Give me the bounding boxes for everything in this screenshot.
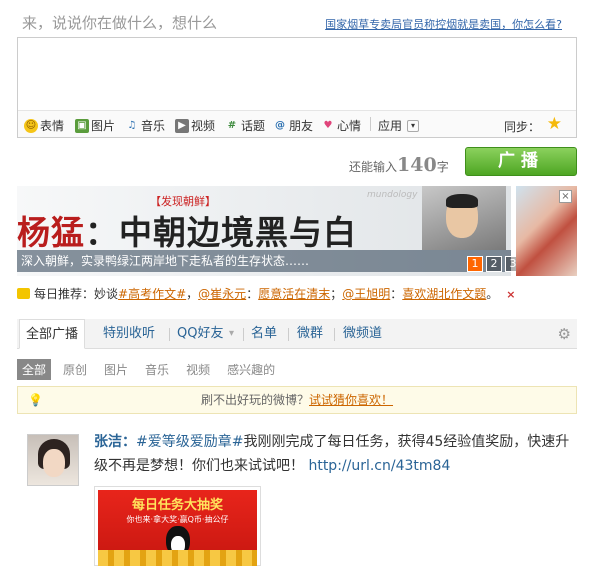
avatar[interactable]: [27, 434, 79, 486]
post-image[interactable]: 每日任务大抽奖 你也来·拿大奖·赢Q币·抽公仔: [94, 486, 261, 566]
post-image-subtitle: 你也来·拿大奖·赢Q币·抽公仔: [126, 515, 229, 524]
filter-video[interactable]: 视频: [181, 359, 215, 380]
hot-topic-link[interactable]: 国家烟草专卖局官员称控烟就是卖国，你怎么看?: [325, 16, 562, 32]
lightbulb-icon: 💡: [28, 393, 43, 407]
char-count: 140: [397, 154, 437, 176]
banner-side-image[interactable]: ×: [516, 186, 577, 276]
banner-subtitle: 深入朝鲜，实录鸭绿江两岸地下走私者的生存状态……: [17, 250, 511, 272]
coins-decoration: [98, 550, 257, 566]
tool-topic[interactable]: # 话题: [225, 117, 265, 134]
tab-groups[interactable]: 微群: [297, 319, 323, 349]
banner-page-1[interactable]: 1: [467, 256, 483, 272]
recommend-notice: 💡 刷不出好玩的微博？试试猜你喜欢！: [17, 386, 577, 414]
promo-banner: 【发现朝鲜】 mundology 杨猛：中朝边境黑与白 深入朝鲜，实录鸭绿江两岸…: [17, 186, 577, 276]
chevron-down-icon: ▾: [407, 119, 420, 132]
music-note-icon: ♫: [127, 119, 137, 131]
recommend-link-3[interactable]: 愿意活在清末: [258, 287, 330, 301]
tool-friend[interactable]: @ 朋友: [273, 117, 313, 134]
recommend-link-2[interactable]: @崔永元: [198, 287, 246, 301]
star-icon[interactable]: ★: [547, 114, 562, 134]
smiley-icon: ☺: [24, 118, 38, 133]
banner-title: 杨猛：中朝边境黑与白: [17, 206, 357, 254]
banner-logo: mundology: [367, 190, 418, 200]
recommend-link-5[interactable]: 喜欢湖北作文题: [402, 287, 486, 301]
at-icon: @: [275, 119, 285, 131]
banner-main[interactable]: 【发现朝鲜】 mundology 杨猛：中朝边境黑与白 深入朝鲜，实录鸭绿江两岸…: [17, 186, 559, 276]
heart-icon: ♥: [323, 119, 333, 131]
banner-page-2[interactable]: 2: [486, 256, 502, 272]
tab-list[interactable]: 名单: [251, 319, 277, 349]
broadcast-button[interactable]: 广播: [465, 147, 577, 176]
tab-channels[interactable]: 微频道: [343, 319, 382, 349]
filter-original[interactable]: 原创: [58, 359, 92, 380]
post-textarea[interactable]: [18, 38, 576, 109]
banner-title-name: 杨猛: [17, 213, 85, 252]
post-topic[interactable]: #爱等级爱励章#: [136, 434, 243, 450]
recommend-link-1[interactable]: #高考作文#: [118, 287, 186, 301]
post-content: 张洁：#爱等级爱励章#我刚刚完成了每日任务，获得45经验值奖励，快速升级不再是梦…: [94, 434, 570, 474]
recommend-link-4[interactable]: @王旭明: [342, 287, 390, 301]
daily-recommend: 每日推荐：妙谈#高考作文#，@崔永元：愿意活在清末；@王旭明：喜欢湖北作文题。 ×: [17, 285, 516, 302]
banner-photo: [422, 186, 506, 250]
close-icon[interactable]: ×: [559, 190, 572, 203]
tool-music[interactable]: ♫ 音乐: [125, 117, 166, 134]
post-author[interactable]: 张洁: [94, 434, 122, 450]
char-counter: 还能输入140字: [349, 154, 449, 176]
tool-mood[interactable]: ♥ 心情: [321, 117, 362, 134]
sync-label: 同步：: [503, 120, 540, 134]
tool-video[interactable]: ▶ 视频: [175, 117, 215, 134]
composer-toolbar: ☺ 表情 ▣ 图片 ♫ 音乐 ▶ 视频 # 话题 @ 朋友 ♥ 心情 应用 ▾ 同步： ★: [18, 110, 576, 137]
toolbar-divider: [370, 117, 371, 131]
post-image-title: 每日任务大抽奖: [131, 498, 223, 513]
video-icon: ▶: [175, 118, 189, 133]
speaker-icon: [17, 288, 30, 299]
post-url[interactable]: http://url.cn/43tm84: [308, 458, 450, 474]
tool-emoji[interactable]: ☺ 表情: [24, 117, 64, 134]
gear-icon[interactable]: ⚙: [558, 325, 571, 343]
chevron-down-icon[interactable]: ▾: [229, 319, 234, 349]
close-icon[interactable]: ×: [506, 288, 515, 301]
filter-images[interactable]: 图片: [99, 359, 133, 380]
tool-image[interactable]: ▣ 图片: [75, 117, 115, 134]
tab-all-broadcasts[interactable]: 全部广播: [19, 319, 86, 349]
topic-icon: #: [227, 119, 237, 131]
image-icon: ▣: [75, 118, 89, 133]
timeline-tabs: 全部广播 特别收听 QQ好友 ▾ 名单 微群 微频道 ⚙: [17, 319, 577, 349]
filter-interests[interactable]: 感兴趣的: [222, 359, 280, 380]
filter-music[interactable]: 音乐: [140, 359, 174, 380]
composer-box: ☺ 表情 ▣ 图片 ♫ 音乐 ▶ 视频 # 话题 @ 朋友 ♥ 心情 应用 ▾ 同步： ★: [17, 37, 577, 138]
composer-prompt: 来，说说你在做什么，想什么: [22, 14, 218, 32]
tool-apps[interactable]: 应用 ▾: [378, 117, 420, 134]
tab-qq-friends[interactable]: QQ好友: [177, 319, 223, 349]
feed-filters: 全部 原创 图片 音乐 视频 感兴趣的: [17, 359, 287, 380]
notice-link[interactable]: 试试猜你喜欢！: [309, 393, 393, 407]
tab-special-follow[interactable]: 特别收听: [103, 319, 155, 349]
filter-all[interactable]: 全部: [17, 359, 52, 380]
banner-title-rest: ：中朝边境黑与白: [85, 213, 357, 252]
